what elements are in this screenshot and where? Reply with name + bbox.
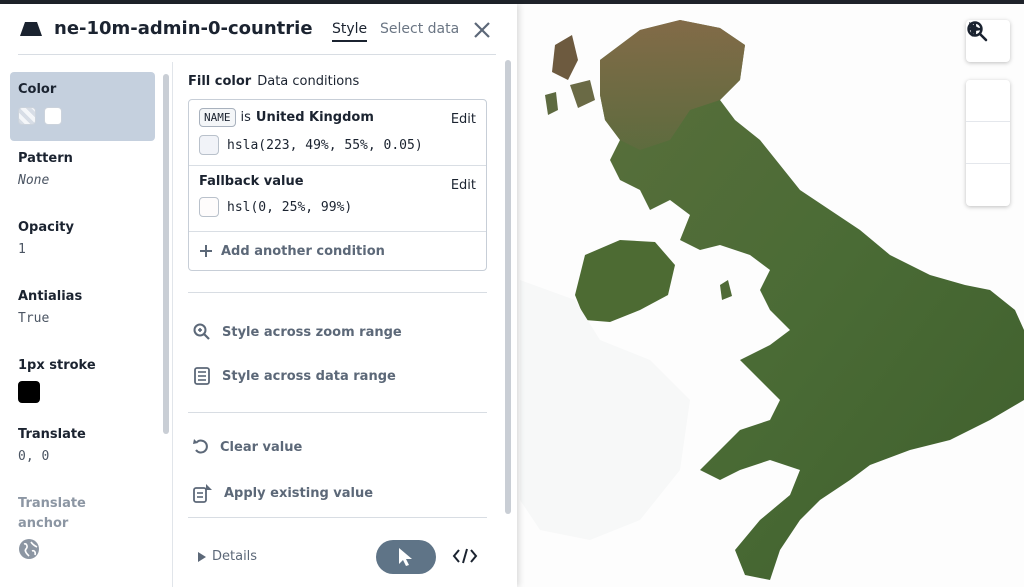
panel-header: ne-10m-admin-0-countrie... Style Select … — [0, 4, 517, 54]
zoom-in-button[interactable] — [966, 22, 1010, 122]
style-panel: ne-10m-admin-0-countrie... Style Select … — [0, 4, 517, 587]
data-range-icon — [194, 367, 210, 385]
undo-icon — [193, 439, 208, 454]
edit-fallback-button[interactable]: Edit — [451, 178, 476, 193]
section-divider — [188, 292, 487, 293]
stroke-swatch — [18, 381, 40, 403]
code-icon[interactable] — [452, 546, 478, 566]
style-across-data-label: Style across data range — [222, 368, 396, 384]
select-feature-button[interactable] — [376, 540, 436, 574]
fallback-row: Fallback value Edit hsl(0, 25%, 99%) — [189, 166, 486, 232]
prop-label: Translate anchor — [18, 496, 86, 531]
condition-value: United Kingdom — [255, 110, 374, 125]
fallback-color-value: hsl(0, 25%, 99%) — [227, 199, 353, 215]
caret-right-icon — [198, 551, 206, 562]
cursor-icon — [399, 548, 412, 566]
prop-value: None — [18, 173, 50, 188]
prop-label: Opacity — [18, 220, 74, 235]
northern-ireland-landmass — [575, 240, 675, 322]
prop-pattern[interactable]: Pattern None — [10, 141, 155, 210]
property-list-scrollbar[interactable] — [163, 74, 169, 434]
prop-label: Antialias — [18, 289, 83, 304]
compass-button[interactable] — [966, 22, 1010, 206]
prop-translate-anchor[interactable]: Translate anchor — [10, 486, 155, 559]
fill-color-heading: Fill color Data conditions — [188, 74, 488, 89]
condition-color-value: hsla(223, 49%, 55%, 0.05) — [227, 137, 423, 153]
clear-value-label: Clear value — [220, 439, 303, 455]
prop-value: 0, 0 — [18, 449, 50, 464]
fallback-color-swatch[interactable] — [199, 197, 219, 217]
layer-title: ne-10m-admin-0-countrie... — [54, 18, 312, 39]
prop-opacity[interactable]: Opacity 1 — [10, 210, 155, 279]
prop-label: Pattern — [18, 151, 73, 166]
prop-1px-stroke[interactable]: 1px stroke — [10, 348, 155, 417]
prop-label: Translate — [18, 427, 86, 442]
conditions-box: NAME is United Kingdom Edit hsla(223, 49… — [188, 99, 487, 271]
prop-label: 1px stroke — [18, 358, 96, 373]
apply-existing-button[interactable]: Apply existing value — [192, 482, 373, 504]
details-toggle[interactable]: Details — [198, 549, 257, 564]
condition-operator: is — [240, 110, 251, 125]
color-swatch-fallback — [44, 106, 63, 125]
prop-translate[interactable]: Translate 0, 0 — [10, 417, 155, 486]
close-icon[interactable] — [472, 20, 492, 40]
header-divider — [18, 54, 496, 55]
prop-value: 1 — [18, 242, 26, 257]
style-across-zoom-label: Style across zoom range — [222, 324, 402, 340]
prop-color[interactable]: Color — [10, 72, 155, 141]
island-small — [570, 80, 595, 108]
section-divider — [188, 517, 487, 518]
style-across-zoom-button[interactable]: Style across zoom range — [192, 322, 402, 342]
apply-existing-label: Apply existing value — [224, 485, 374, 501]
zoom-out-button[interactable] — [966, 27, 1010, 164]
isle-of-man — [720, 280, 732, 300]
plus-icon — [200, 245, 212, 257]
tab-style[interactable]: Style — [332, 21, 368, 42]
edit-condition-button[interactable]: Edit — [451, 112, 476, 127]
clear-value-button[interactable]: Clear value — [192, 438, 302, 456]
add-condition-label: Add another condition — [221, 243, 385, 259]
prop-value: True — [18, 311, 50, 326]
hebrides-island — [552, 35, 578, 80]
apply-icon — [193, 484, 212, 503]
layer-fill-icon — [20, 22, 42, 36]
zoom-range-icon — [193, 323, 210, 340]
fill-color-subtitle: Data conditions — [257, 74, 360, 89]
prop-label: Color — [18, 82, 57, 97]
color-swatch-condition — [18, 106, 36, 125]
panel-column-divider — [172, 62, 173, 587]
globe-icon — [19, 539, 39, 559]
tab-select-data[interactable]: Select data — [380, 21, 459, 37]
style-across-data-button[interactable]: Style across data range — [192, 366, 396, 386]
section-divider — [188, 412, 487, 413]
fallback-label: Fallback value — [199, 174, 304, 189]
fill-color-title: Fill color — [188, 74, 252, 89]
prop-antialias[interactable]: Antialias True — [10, 279, 155, 348]
fill-color-editor: Fill color Data conditions NAME is United… — [188, 74, 488, 271]
condition-color-swatch[interactable] — [199, 135, 219, 155]
details-label: Details — [212, 549, 258, 564]
field-tag: NAME — [199, 108, 236, 127]
content-scrollbar[interactable] — [505, 60, 511, 514]
add-condition-button[interactable]: Add another condition — [189, 232, 486, 270]
condition-row: NAME is United Kingdom Edit hsla(223, 49… — [189, 100, 486, 166]
property-list: Color Pattern None Opacity 1 Antialias T… — [10, 72, 155, 559]
island-small-2 — [545, 92, 558, 115]
